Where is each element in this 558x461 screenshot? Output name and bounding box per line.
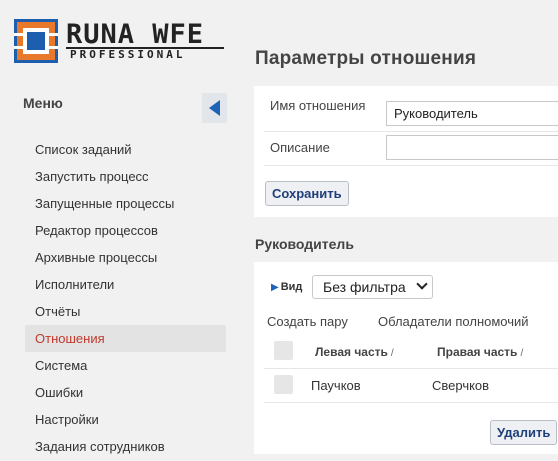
holders-link[interactable]: Обладатели полномочий bbox=[378, 314, 529, 329]
sort-icon: / bbox=[520, 348, 524, 359]
sidebar-item-archived-processes[interactable]: Архивные процессы bbox=[25, 244, 226, 271]
delete-button[interactable]: Удалить bbox=[490, 420, 558, 445]
sidebar-item-start-process[interactable]: Запустить процесс bbox=[25, 163, 226, 190]
column-header-left[interactable]: Левая часть / bbox=[315, 345, 394, 359]
save-button[interactable]: Сохранить bbox=[265, 181, 349, 206]
sort-icon: / bbox=[390, 348, 394, 359]
sidebar-item-errors[interactable]: Ошибки bbox=[25, 379, 226, 406]
collapse-sidebar-button[interactable] bbox=[202, 93, 227, 123]
filter-value: Без фильтра bbox=[323, 279, 406, 295]
description-label: Описание bbox=[270, 140, 330, 155]
cell-left: Паучков bbox=[311, 378, 361, 393]
table-row[interactable]: Паучков Сверчков bbox=[264, 369, 558, 403]
cell-right: Сверчков bbox=[432, 378, 490, 393]
column-header-right[interactable]: Правая часть / bbox=[437, 345, 523, 359]
name-input[interactable] bbox=[386, 101, 558, 126]
sidebar-item-relations[interactable]: Отношения bbox=[25, 325, 226, 352]
app-logo[interactable]: RUNA WFE PROFESSIONAL bbox=[14, 19, 224, 65]
triangle-right-icon: ▶ bbox=[271, 282, 279, 293]
sidebar-item-executors[interactable]: Исполнители bbox=[25, 271, 226, 298]
sidebar-nav: Список заданий Запустить процесс Запущен… bbox=[25, 136, 226, 460]
table-header: Левая часть / Правая часть / bbox=[264, 335, 558, 369]
triangle-left-icon bbox=[209, 100, 220, 116]
sidebar-item-tasks[interactable]: Список заданий bbox=[25, 136, 226, 163]
sidebar-item-reports[interactable]: Отчёты bbox=[25, 298, 226, 325]
relation-params-form: Имя отношения Описание Сохранить bbox=[254, 86, 558, 217]
sidebar-item-settings[interactable]: Настройки bbox=[25, 406, 226, 433]
row-checkbox[interactable] bbox=[274, 375, 293, 394]
chevron-down-icon bbox=[416, 278, 428, 290]
sidebar-item-system[interactable]: Система bbox=[25, 352, 226, 379]
logo-subtitle: PROFESSIONAL bbox=[70, 48, 186, 61]
sidebar-item-employee-tasks[interactable]: Задания сотрудников bbox=[25, 433, 226, 460]
form-divider bbox=[264, 131, 558, 132]
sidebar-item-running-processes[interactable]: Запущенные процессы bbox=[25, 190, 226, 217]
view-toggle[interactable]: ▶ Вид bbox=[271, 281, 302, 293]
form-divider bbox=[264, 165, 558, 166]
logo-title: RUNA WFE bbox=[66, 19, 205, 50]
page-title: Параметры отношения bbox=[255, 48, 477, 69]
relation-pairs-panel: ▶ Вид Без фильтра Создать пару Обладатели… bbox=[254, 262, 558, 454]
description-input[interactable] bbox=[386, 135, 558, 160]
select-all-checkbox[interactable] bbox=[274, 341, 293, 360]
filter-select[interactable]: Без фильтра bbox=[312, 275, 433, 299]
create-pair-link[interactable]: Создать пару bbox=[267, 314, 348, 329]
view-label: Вид bbox=[280, 281, 303, 293]
name-label: Имя отношения bbox=[270, 98, 366, 113]
relation-section-title: Руководитель bbox=[255, 236, 354, 252]
menu-title: Меню bbox=[23, 95, 63, 111]
logo-icon bbox=[14, 19, 58, 63]
sidebar-item-process-editor[interactable]: Редактор процессов bbox=[25, 217, 226, 244]
